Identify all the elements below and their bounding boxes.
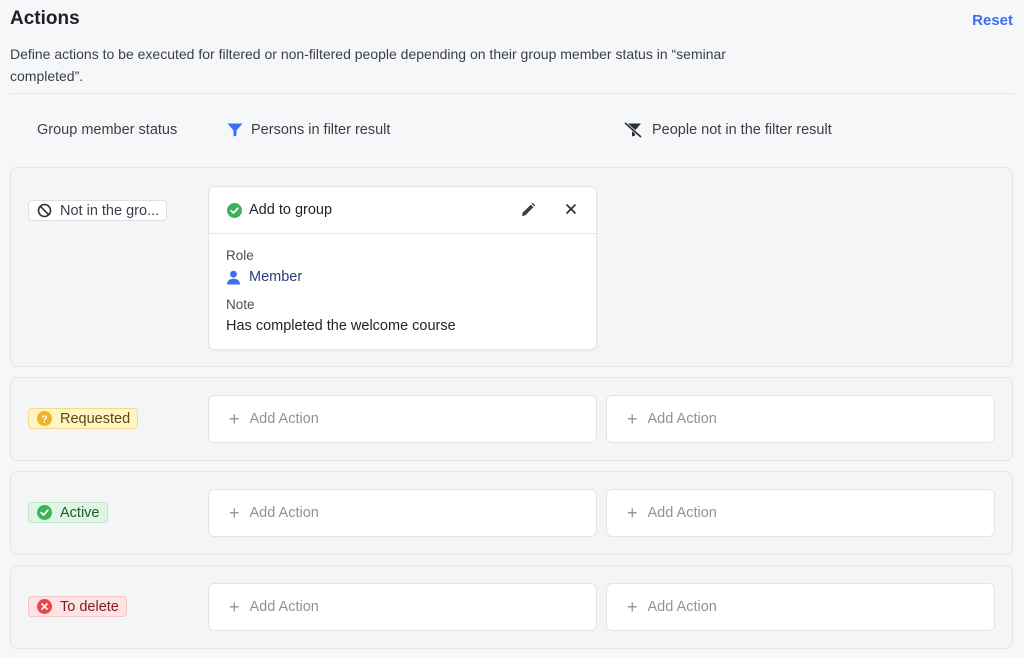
add-action-label: Add Action — [647, 599, 717, 615]
status-badge-label: Requested — [60, 410, 131, 427]
action-card-add-to-group: Add to group Role Member Note Has comple… — [208, 186, 597, 350]
row-not-in-group: Not in the gro... Add to group Role Memb… — [10, 167, 1013, 367]
divider — [10, 93, 1014, 94]
add-action-button-not-in-filter[interactable]: + Add Action — [606, 395, 995, 443]
add-action-label: Add Action — [647, 411, 717, 427]
reset-button[interactable]: Reset — [972, 12, 1013, 29]
add-action-button-in-filter[interactable]: + Add Action — [208, 489, 597, 537]
plus-icon: + — [229, 597, 240, 617]
status-badge-requested: ? Requested — [28, 408, 139, 429]
page-title: Actions — [10, 8, 80, 29]
column-header-status: Group member status — [37, 122, 177, 138]
note-label: Note — [226, 297, 255, 312]
question-circle-icon: ? — [37, 411, 52, 426]
plus-icon: + — [627, 409, 638, 429]
close-icon[interactable] — [565, 203, 577, 219]
action-title: Add to group — [249, 202, 333, 218]
ban-icon — [37, 203, 52, 218]
status-badge-to-delete: To delete — [28, 596, 127, 617]
column-header-not-in-filter-label: People not in the filter result — [652, 122, 832, 138]
description: Define actions to be executed for filter… — [10, 46, 726, 84]
note-value: Has completed the welcome course — [226, 318, 456, 334]
svg-text:?: ? — [41, 413, 47, 425]
row-active: Active + Add Action + Add Action — [10, 471, 1013, 555]
check-circle-icon — [227, 202, 242, 218]
status-badge-label: Not in the gro... — [60, 202, 160, 219]
role-label: Role — [226, 248, 254, 263]
plus-icon: + — [627, 597, 638, 617]
column-header-not-in-filter: People not in the filter result — [624, 122, 832, 138]
add-action-label: Add Action — [249, 411, 319, 427]
role-value: Member — [226, 269, 596, 285]
filter-off-icon — [624, 122, 642, 138]
pencil-icon[interactable] — [520, 202, 536, 222]
person-icon — [227, 270, 240, 284]
action-card-header: Add to group — [209, 187, 596, 234]
add-action-button-not-in-filter[interactable]: + Add Action — [606, 583, 995, 631]
plus-icon: + — [627, 503, 638, 523]
check-circle-icon — [37, 505, 52, 520]
status-badge-label: To delete — [60, 598, 119, 615]
x-circle-icon — [37, 599, 52, 614]
add-action-label: Add Action — [249, 505, 319, 521]
add-action-label: Add Action — [647, 505, 717, 521]
column-header-in-filter: Persons in filter result — [227, 122, 390, 138]
plus-icon: + — [229, 503, 240, 523]
add-action-label: Add Action — [249, 599, 319, 615]
status-badge-not-in-group: Not in the gro... — [28, 200, 168, 221]
add-action-button-in-filter[interactable]: + Add Action — [208, 395, 597, 443]
add-action-button-in-filter[interactable]: + Add Action — [208, 583, 597, 631]
plus-icon: + — [229, 409, 240, 429]
row-to-delete: To delete + Add Action + Add Action — [10, 565, 1013, 649]
status-badge-label: Active — [60, 504, 100, 521]
column-header-in-filter-label: Persons in filter result — [251, 122, 391, 138]
status-badge-active: Active — [28, 502, 108, 523]
add-action-button-not-in-filter[interactable]: + Add Action — [606, 489, 995, 537]
row-requested: ? Requested + Add Action + Add Action — [10, 377, 1013, 461]
role-value-text: Member — [249, 269, 303, 285]
column-header-status-label: Group member status — [37, 122, 178, 138]
filter-icon — [227, 123, 243, 137]
